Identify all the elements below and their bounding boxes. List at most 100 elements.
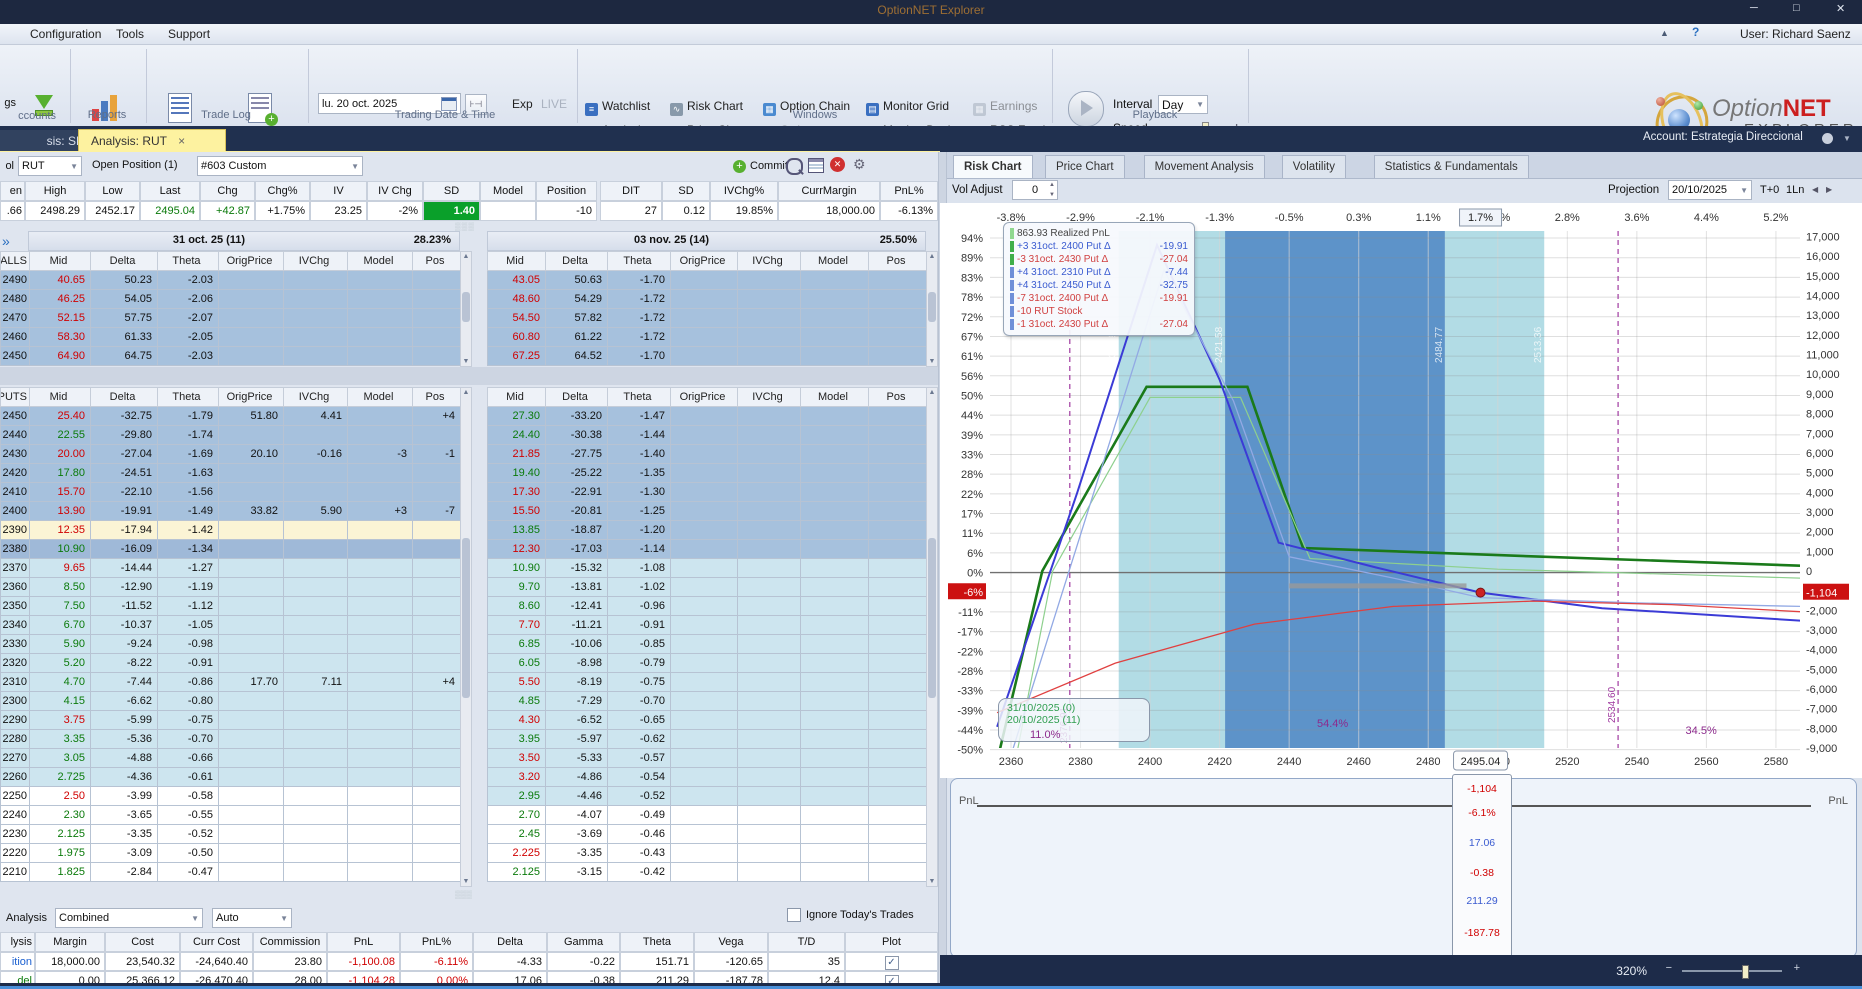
menu-configuration[interactable]: Configuration (22, 26, 109, 42)
tab-price-chart[interactable]: Price Chart (1045, 155, 1125, 178)
option-row[interactable]: 2330 5.90 -9.24 -0.98 (0, 634, 461, 654)
option-row[interactable]: 2380 10.90 -16.09 -1.34 (0, 539, 461, 559)
option-row[interactable]: 2.225 -3.35 -0.43 (487, 843, 927, 863)
option-row[interactable]: 2450 64.90 64.75 -2.03 (0, 346, 461, 366)
projection-date-select[interactable]: 20/10/2025 ▼ (1668, 180, 1752, 200)
option-row[interactable]: 7.70 -11.21 -0.91 (487, 615, 927, 635)
option-row[interactable]: 54.50 57.82 -1.72 (487, 308, 927, 328)
option-row[interactable]: 19.40 -25.22 -1.35 (487, 463, 927, 483)
option-row[interactable]: 2310 4.70 -7.44 -0.86 17.70 7.11 +4 (0, 672, 461, 692)
tab-risk-chart[interactable]: Risk Chart (953, 155, 1033, 178)
option-row[interactable]: 3.95 -5.97 -0.62 (487, 729, 927, 749)
windows-item-option-chain[interactable]: ▦ Option Chain (763, 99, 850, 116)
commit-button[interactable]: + Commit (733, 156, 788, 176)
scroll-thumb[interactable] (928, 292, 936, 322)
scroll-thumb[interactable] (928, 538, 936, 698)
option-row[interactable]: 2270 3.05 -4.88 -0.66 (0, 748, 461, 768)
windows-item-watchlist[interactable]: ≡ Watchlist (585, 99, 650, 116)
collapse-ribbon-icon[interactable]: ▲ (1660, 28, 1669, 38)
close-position-icon[interactable]: ✕ (830, 157, 845, 172)
option-row[interactable]: 2230 2.125 -3.35 -0.52 (0, 824, 461, 844)
option-row[interactable]: 67.25 64.52 -1.70 (487, 346, 927, 366)
scroll-down-icon[interactable]: ▼ (927, 358, 937, 365)
option-row[interactable]: 2240 2.30 -3.65 -0.55 (0, 805, 461, 825)
option-row[interactable]: 2440 22.55 -29.80 -1.74 (0, 425, 461, 445)
option-row[interactable]: 2250 2.50 -3.99 -0.58 (0, 786, 461, 806)
option-row[interactable]: 3.20 -4.86 -0.54 (487, 767, 927, 787)
option-row[interactable]: 15.50 -20.81 -1.25 (487, 501, 927, 521)
scroll-thumb[interactable] (462, 292, 470, 322)
scroll-up-icon[interactable]: ▲ (927, 253, 937, 260)
windows-item-earnings[interactable]: ▦ Earnings (973, 99, 1037, 116)
option-row[interactable]: 10.90 -15.32 -1.08 (487, 558, 927, 578)
vol-adjust-spinner[interactable]: 0 ▲ ▼ (1012, 180, 1058, 200)
option-row[interactable]: 2460 58.30 61.33 -2.05 (0, 327, 461, 347)
strategy-select[interactable]: #603 Custom ▼ (197, 156, 363, 176)
splitter-dots[interactable]: ▒▒▒ (455, 223, 481, 231)
option-row[interactable]: 2430 20.00 -27.04 -1.69 20.10 -0.16 -3 -1 (0, 444, 461, 464)
menu-support[interactable]: Support (160, 26, 218, 42)
option-row[interactable]: 2480 46.25 54.05 -2.06 (0, 289, 461, 309)
option-row[interactable]: 48.60 54.29 -1.72 (487, 289, 927, 309)
option-row[interactable]: 8.60 -12.41 -0.96 (487, 596, 927, 616)
scroll-up-icon[interactable]: ▲ (461, 389, 471, 396)
plot-checkbox[interactable]: ✓ (884, 956, 899, 970)
option-row[interactable]: 2450 25.40 -32.75 -1.79 51.80 4.41 +4 (0, 406, 461, 426)
scroll-down-icon[interactable]: ▼ (461, 878, 471, 885)
option-row[interactable]: 2.125 -3.15 -0.42 (487, 862, 927, 882)
option-row[interactable]: 27.30 -33.20 -1.47 (487, 406, 927, 426)
expand-chevron-icon[interactable]: » (2, 233, 10, 249)
menu-tools[interactable]: Tools (108, 26, 152, 42)
puts-left-scrollbar[interactable]: ▲ ▼ (460, 387, 472, 887)
option-row[interactable]: 24.40 -30.38 -1.44 (487, 425, 927, 445)
windows-item-monitor-grid[interactable]: ▤ Monitor Grid (866, 99, 949, 116)
option-row[interactable]: 2260 2.725 -4.36 -0.61 (0, 767, 461, 787)
calls-right-scrollbar[interactable]: ▲ ▼ (926, 251, 938, 367)
minimize-button[interactable]: ─ (1750, 2, 1758, 14)
option-row[interactable]: 2280 3.35 -5.36 -0.70 (0, 729, 461, 749)
option-row[interactable]: 2360 8.50 -12.90 -1.19 (0, 577, 461, 597)
option-row[interactable]: 2300 4.15 -6.62 -0.80 (0, 691, 461, 711)
option-row[interactable]: 2340 6.70 -10.37 -1.05 (0, 615, 461, 635)
option-row[interactable]: 12.30 -17.03 -1.14 (487, 539, 927, 559)
projection-prev-icon[interactable]: ◀ (1812, 185, 1818, 194)
scroll-down-icon[interactable]: ▼ (927, 878, 937, 885)
option-row[interactable]: 6.05 -8.98 -0.79 (487, 653, 927, 673)
option-row[interactable]: 6.85 -10.06 -0.85 (487, 634, 927, 654)
scroll-up-icon[interactable]: ▲ (461, 253, 471, 260)
windows-item-risk-chart[interactable]: ∿ Risk Chart (670, 99, 743, 116)
tab-statistics-fundamentals[interactable]: Statistics & Fundamentals (1373, 155, 1529, 178)
option-row[interactable]: 2.95 -4.46 -0.52 (487, 786, 927, 806)
option-row[interactable]: 3.50 -5.33 -0.57 (487, 748, 927, 768)
option-row[interactable]: 2220 1.975 -3.09 -0.50 (0, 843, 461, 863)
option-row[interactable]: 2470 52.15 57.75 -2.07 (0, 308, 461, 328)
calls-puts-splitter[interactable] (0, 367, 938, 385)
option-row[interactable]: 43.05 50.63 -1.70 (487, 270, 927, 290)
grid-view-icon[interactable] (808, 158, 824, 173)
option-row[interactable]: 4.85 -7.29 -0.70 (487, 691, 927, 711)
option-row[interactable]: 4.30 -6.52 -0.65 (487, 710, 927, 730)
analysis-mode-select[interactable]: Combined ▼ (55, 908, 203, 928)
zoom-in-icon[interactable]: + (1794, 962, 1800, 974)
search-icon[interactable] (786, 158, 804, 175)
tab-analysis-rut[interactable]: Analysis: RUT × (78, 129, 226, 152)
help-icon[interactable]: ? (1692, 25, 1699, 39)
tab-volatility[interactable]: Volatility (1281, 155, 1346, 178)
option-row[interactable]: 2370 9.65 -14.44 -1.27 (0, 558, 461, 578)
close-button[interactable]: ✕ (1836, 2, 1845, 15)
tab-close-icon[interactable]: × (178, 134, 185, 148)
maximize-button[interactable]: □ (1793, 2, 1800, 14)
option-row[interactable]: 13.85 -18.87 -1.20 (487, 520, 927, 540)
puts-right-scrollbar[interactable]: ▲ ▼ (926, 387, 938, 887)
option-row[interactable]: 2.45 -3.69 -0.46 (487, 824, 927, 844)
scroll-thumb[interactable] (462, 538, 470, 698)
option-row[interactable]: 5.50 -8.19 -0.75 (487, 672, 927, 692)
zoom-slider[interactable] (1682, 965, 1782, 979)
analysis-auto-select[interactable]: Auto ▼ (212, 908, 292, 928)
tab-movement-analysis[interactable]: Movement Analysis (1143, 155, 1265, 178)
option-row[interactable]: 2320 5.20 -8.22 -0.91 (0, 653, 461, 673)
projection-next-icon[interactable]: ▶ (1826, 185, 1832, 194)
option-row[interactable]: 17.30 -22.91 -1.30 (487, 482, 927, 502)
scroll-up-icon[interactable]: ▲ (927, 389, 937, 396)
option-row[interactable]: 60.80 61.22 -1.72 (487, 327, 927, 347)
